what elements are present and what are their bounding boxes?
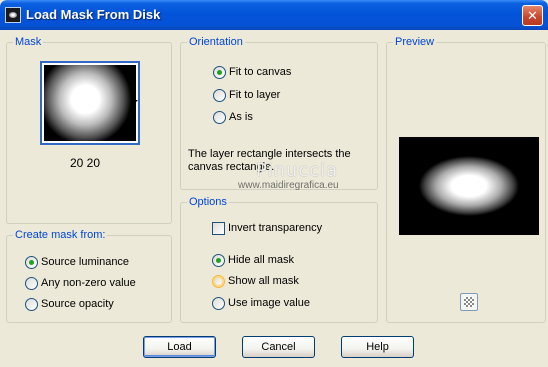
- radio-label: Fit to layer: [229, 89, 281, 101]
- watermark-url: www.maidiregrafica.eu: [238, 180, 339, 191]
- radio-source-opacity[interactable]: Source opacity: [25, 296, 114, 312]
- invert-transparency-checkbox[interactable]: Invert transparency: [212, 220, 322, 236]
- radio-button[interactable]: [212, 296, 225, 310]
- radio-button[interactable]: [25, 255, 38, 269]
- checkbox[interactable]: [212, 221, 225, 235]
- radio-any-non-zero[interactable]: Any non-zero value: [25, 275, 136, 291]
- preview-image: [399, 137, 539, 235]
- create-mask-group-label: Create mask from:: [13, 228, 108, 242]
- radio-hide-all-mask[interactable]: Hide all mask: [212, 252, 294, 268]
- options-group-label: Options: [187, 195, 229, 209]
- window-title: Load Mask From Disk: [26, 7, 161, 22]
- radio-show-all-mask[interactable]: Show all mask: [212, 273, 299, 289]
- radio-label: Fit to canvas: [229, 66, 292, 78]
- help-button[interactable]: Help: [341, 336, 414, 358]
- checkbox-label: Invert transparency: [228, 222, 323, 234]
- radio-label: Source luminance: [41, 256, 130, 268]
- mask-app-icon: [5, 7, 21, 23]
- radio-label: Hide all mask: [228, 254, 295, 266]
- radio-label: Any non-zero value: [41, 277, 136, 289]
- radio-label: Show all mask: [228, 275, 299, 287]
- title-bar[interactable]: Load Mask From Disk ✕: [0, 0, 548, 30]
- preview-group-label: Preview: [393, 35, 437, 49]
- mask-thumbnail-image: [44, 65, 136, 141]
- mask-group-label: Mask: [13, 35, 44, 49]
- close-button[interactable]: ✕: [522, 5, 543, 26]
- radio-fit-to-layer[interactable]: Fit to layer: [213, 87, 280, 103]
- mask-thumbnail[interactable]: [40, 61, 140, 145]
- cancel-button[interactable]: Cancel: [242, 336, 315, 358]
- mask-size-caption: 20 20: [70, 156, 101, 170]
- dialog-window: Load Mask From Disk ✕ Mask 20 20 Create …: [0, 0, 548, 367]
- radio-button[interactable]: [213, 110, 226, 124]
- watermark-text: Pinuccia: [256, 160, 339, 181]
- radio-button[interactable]: [213, 65, 226, 79]
- checkerboard-icon[interactable]: [460, 293, 478, 311]
- load-button[interactable]: Load: [143, 336, 216, 358]
- radio-label: Use image value: [228, 297, 310, 309]
- radio-fit-to-canvas[interactable]: Fit to canvas: [213, 64, 291, 80]
- chevron-down-icon[interactable]: [132, 100, 138, 103]
- radio-button[interactable]: [25, 297, 38, 311]
- radio-source-luminance[interactable]: Source luminance: [25, 254, 129, 270]
- orientation-group-label: Orientation: [187, 35, 245, 49]
- radio-button[interactable]: [212, 274, 225, 288]
- radio-label: As is: [229, 111, 253, 123]
- radio-use-image-value[interactable]: Use image value: [212, 295, 310, 311]
- radio-as-is[interactable]: As is: [213, 109, 253, 125]
- radio-button[interactable]: [213, 88, 226, 102]
- radio-label: Source opacity: [41, 298, 114, 310]
- radio-button[interactable]: [212, 253, 225, 267]
- radio-button[interactable]: [25, 276, 38, 290]
- close-icon: ✕: [527, 8, 538, 23]
